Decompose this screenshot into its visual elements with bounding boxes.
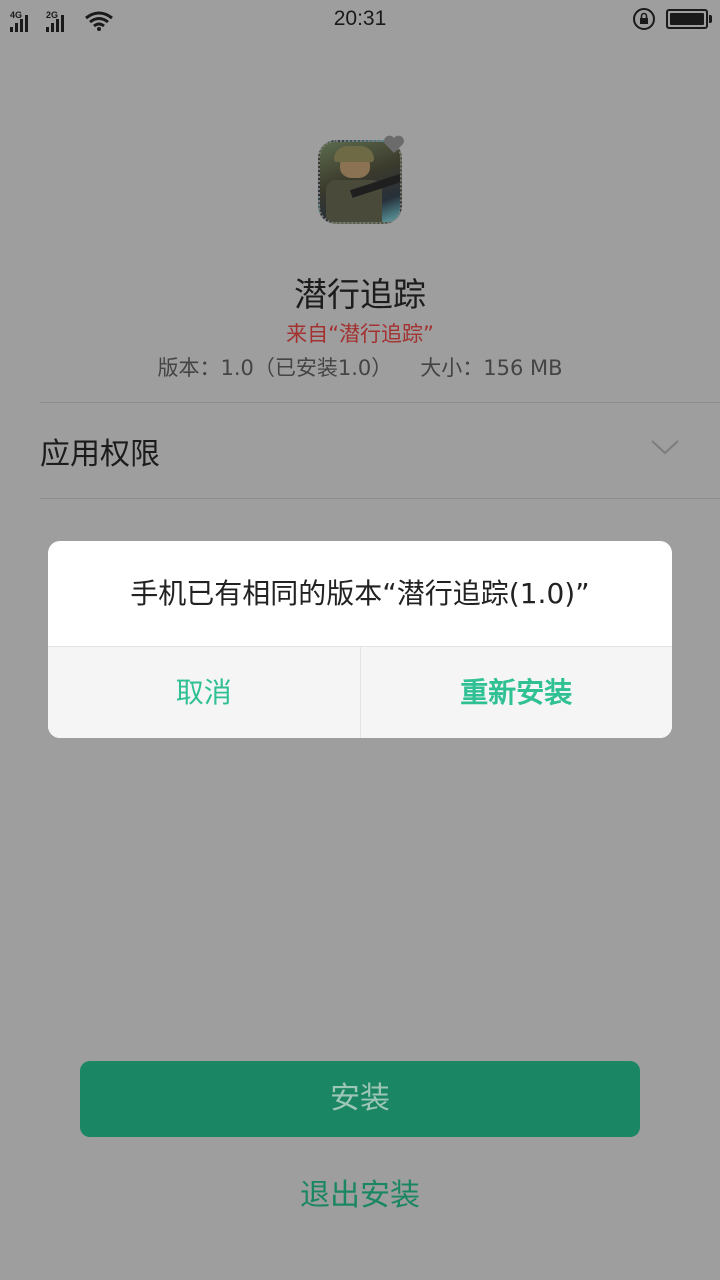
same-version-dialog: 手机已有相同的版本“潜行追踪(1.0)” 取消 重新安装 (48, 541, 672, 738)
battery-icon (666, 9, 712, 29)
permissions-label: 应用权限 (40, 437, 160, 472)
dialog-message: 手机已有相同的版本“潜行追踪(1.0)” (130, 577, 590, 610)
rotation-lock-icon (633, 8, 655, 30)
status-time: 20:31 (333, 7, 387, 30)
heart-icon (384, 135, 404, 153)
cancel-button[interactable]: 取消 (48, 647, 360, 738)
app-meta: 版本：1.0（已安装1.0） 大小：156 MB (0, 352, 720, 382)
reinstall-button[interactable]: 重新安装 (361, 647, 673, 738)
dialog-buttons: 取消 重新安装 (48, 646, 672, 738)
app-source: 来自“潜行追踪” (286, 322, 434, 346)
status-bar: 4G 2G 20:31 (0, 0, 720, 38)
permissions-row[interactable]: 应用权限 (40, 403, 720, 499)
exit-install-button[interactable]: 退出安装 (0, 1170, 720, 1214)
app-size: 大小：156 MB (420, 356, 563, 380)
app-name: 潜行追踪 (294, 275, 426, 314)
status-right-icons (632, 7, 712, 31)
app-version: 版本：1.0（已安装1.0） (157, 356, 393, 380)
divider (40, 498, 720, 499)
install-button[interactable]: 安装 (80, 1061, 640, 1137)
chevron-down-icon[interactable] (650, 437, 680, 457)
